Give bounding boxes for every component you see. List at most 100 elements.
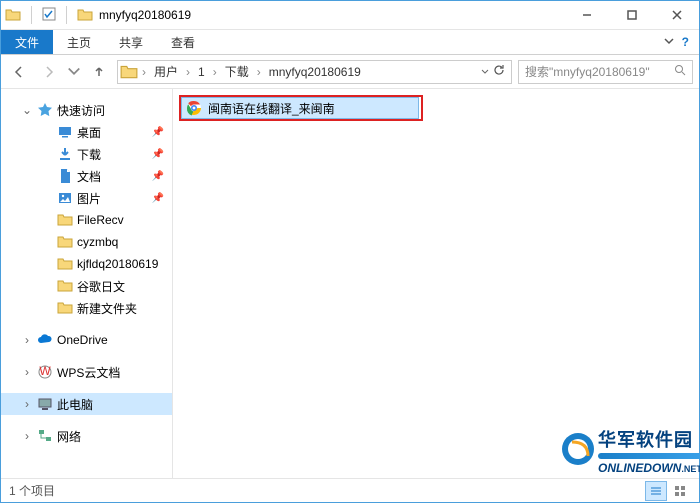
file-item[interactable]: 闽南语在线翻译_来闽南 [181,97,419,119]
sidebar-item-label: 谷歌日文 [77,278,125,295]
sidebar-item-label: WPS云文档 [57,364,120,381]
icons-view-button[interactable] [669,481,691,501]
folder-icon [57,300,73,316]
file-name: 闽南语在线翻译_来闽南 [208,100,335,117]
chevron-right-icon[interactable]: › [21,397,33,411]
up-button[interactable] [87,60,111,84]
separator [31,6,32,24]
status-text: 1 个项目 [9,482,55,499]
search-input[interactable]: 搜索"mnyfyq20180619" [518,60,693,84]
pin-icon: 📌 [152,127,164,138]
details-view-button[interactable] [645,481,667,501]
breadcrumb[interactable]: › 用户 › 1 › 下载 › mnyfyq20180619 [117,60,512,84]
sidebar-item-label: 新建文件夹 [77,300,137,317]
sidebar-folder-cyzmbq[interactable]: cyzmbq [1,231,172,253]
sidebar-folder-newfolder[interactable]: 新建文件夹 [1,297,172,319]
chevron-down-icon[interactable] [481,65,489,79]
qat-checkbox-icon[interactable] [42,7,56,24]
ribbon-right: ? [654,30,699,54]
file-list[interactable]: 闽南语在线翻译_来闽南 [173,89,699,478]
chevron-right-icon[interactable]: › [211,65,219,79]
sidebar-folder-kjfldq[interactable]: kjfldq20180619 [1,253,172,275]
star-icon [37,102,53,118]
chevron-right-icon[interactable]: › [140,65,148,79]
sidebar-item-label: 网络 [57,428,81,445]
folder-icon [57,278,73,294]
sidebar-downloads[interactable]: 下载 📌 [1,143,172,165]
sidebar-quick-access[interactable]: ⌄ 快速访问 [1,99,172,121]
close-button[interactable] [654,1,699,29]
sidebar-onedrive[interactable]: › OneDrive [1,329,172,351]
refresh-icon[interactable] [493,64,505,79]
file-tab[interactable]: 文件 [1,30,53,54]
watermark-logo: 华军软件园 ONLINEDOWN.NET [560,422,695,476]
sidebar-wps-cloud[interactable]: › W WPS云文档 [1,361,172,383]
sidebar-item-label: 图片 [77,190,101,207]
sidebar-item-label: kjfldq20180619 [77,257,158,271]
sidebar-item-label: 桌面 [77,124,101,141]
sidebar-documents[interactable]: 文档 📌 [1,165,172,187]
pin-icon: 📌 [152,171,164,182]
ribbon: 文件 主页 共享 查看 ? [1,30,699,55]
sidebar-item-label: cyzmbq [77,235,118,249]
watermark-text-cn: 华军软件园 [598,426,700,452]
folder-icon [57,212,73,228]
navigation-pane: ⌄ 快速访问 桌面 📌 下载 📌 文档 📌 图片 📌 [1,89,173,478]
sidebar-folder-filerecv[interactable]: FileRecv [1,209,172,231]
pin-icon: 📌 [152,149,164,160]
chevron-down-icon[interactable] [664,35,674,49]
picture-icon [57,190,73,206]
tab-view[interactable]: 查看 [157,30,209,54]
svg-text:W: W [39,364,51,378]
folder-icon [57,256,73,272]
crumb-1[interactable]: 1 [192,65,211,79]
chevron-right-icon[interactable]: › [21,333,33,347]
folder-icon [57,234,73,250]
window-controls [564,1,699,29]
folder-icon [5,7,21,23]
watermark-text-en: ONLINEDOWN [598,461,681,475]
body: ⌄ 快速访问 桌面 📌 下载 📌 文档 📌 图片 📌 [1,89,699,478]
sidebar-item-label: 此电脑 [57,396,93,413]
window-folder-icon [77,7,93,23]
crumb-current[interactable]: mnyfyq20180619 [263,65,367,79]
status-bar: 1 个项目 [1,478,699,502]
pin-icon: 📌 [152,193,164,204]
chevron-right-icon[interactable]: › [184,65,192,79]
chevron-down-icon[interactable]: ⌄ [21,103,33,117]
minimize-button[interactable] [564,1,609,29]
chrome-icon [186,100,202,116]
sidebar-item-label: 文档 [77,168,101,185]
sidebar-folder-google-jp[interactable]: 谷歌日文 [1,275,172,297]
search-icon[interactable] [674,64,686,79]
title-bar: mnyfyq20180619 [1,1,699,30]
search-placeholder: 搜索"mnyfyq20180619" [525,63,650,80]
maximize-button[interactable] [609,1,654,29]
sidebar-this-pc[interactable]: › 此电脑 [1,393,172,415]
tab-home[interactable]: 主页 [53,30,105,54]
sidebar-desktop[interactable]: 桌面 📌 [1,121,172,143]
back-button[interactable] [7,60,31,84]
sidebar-item-label: 下载 [77,146,101,163]
quick-access-toolbar [1,6,77,24]
separator [66,6,67,24]
chevron-right-icon[interactable]: › [21,429,33,443]
network-icon [37,428,53,444]
document-icon [57,168,73,184]
crumb-users[interactable]: 用户 [148,63,184,80]
chevron-right-icon[interactable]: › [255,65,263,79]
wps-icon: W [37,364,53,380]
help-icon[interactable]: ? [682,35,689,49]
sidebar-item-label: FileRecv [77,213,124,227]
computer-icon [37,396,53,412]
crumb-downloads[interactable]: 下载 [219,63,255,80]
sidebar-network[interactable]: › 网络 [1,425,172,447]
forward-button[interactable] [37,60,61,84]
tab-share[interactable]: 共享 [105,30,157,54]
recent-dropdown[interactable] [67,60,81,84]
cloud-icon [37,332,53,348]
sidebar-item-label: OneDrive [57,333,108,347]
sidebar-pictures[interactable]: 图片 📌 [1,187,172,209]
desktop-icon [57,124,73,140]
chevron-right-icon[interactable]: › [21,365,33,379]
